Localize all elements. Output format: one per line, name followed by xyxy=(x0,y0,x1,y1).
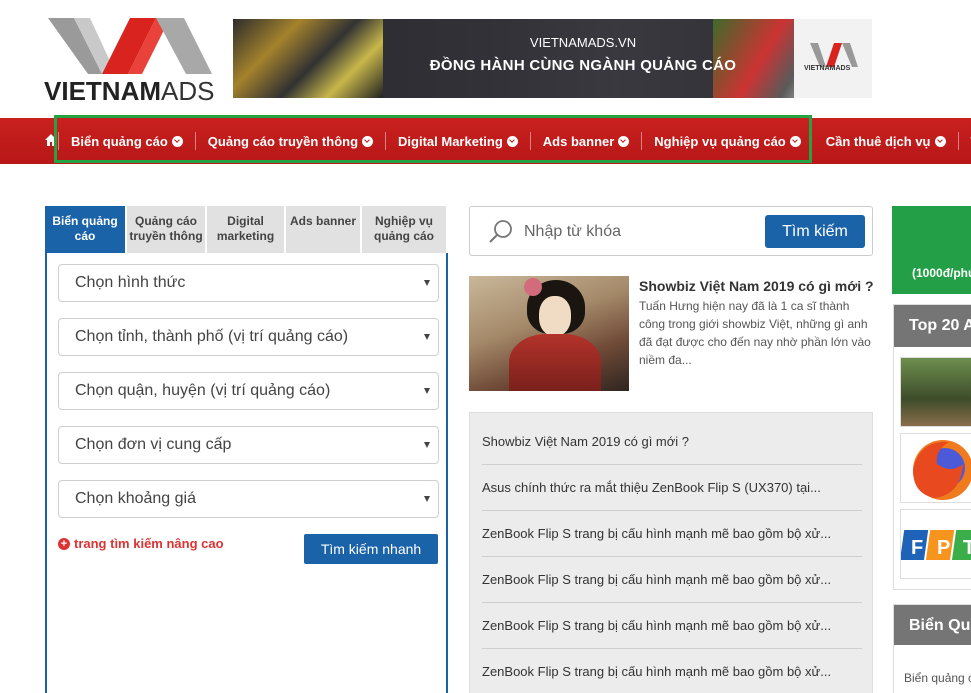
nav-item-digital-marketing[interactable]: Digital Marketing xyxy=(386,118,530,164)
caret-down-icon xyxy=(424,280,430,286)
select-tinh-thanh-pho[interactable]: Chọn tỉnh, thành phố (vị trí quảng cáo) xyxy=(58,318,439,356)
news-item[interactable]: ZenBook Flip S trang bị cấu hình mạnh mẽ… xyxy=(482,511,862,557)
top-20-heading: Top 20 A xyxy=(894,305,971,347)
news-item[interactable]: ZenBook Flip S trang bị cấu hình mạnh mẽ… xyxy=(482,603,862,649)
nav-item-can-thue-dich-vu[interactable]: Cần thuê dịch vụ xyxy=(814,118,958,164)
svg-text:P: P xyxy=(937,537,950,559)
fpt-logo-icon: F P T xyxy=(901,530,971,560)
chevron-down-icon xyxy=(618,135,630,147)
chevron-down-icon xyxy=(934,135,946,147)
search-button[interactable]: Tìm kiếm xyxy=(765,215,865,248)
news-item[interactable]: ZenBook Flip S trang bị cấu hình mạnh mẽ… xyxy=(482,557,862,603)
search-panel: Chọn hình thức Chọn tỉnh, thành phố (vị … xyxy=(45,253,448,693)
thumb-fpt[interactable]: F P T xyxy=(900,509,971,579)
banner-domain: VIETNAMADS.VN xyxy=(529,35,637,50)
banner-slogan: ĐỒNG HÀNH CÙNG NGÀNH QUẢNG CÁO xyxy=(429,57,737,74)
top-20-widget: Top 20 A F P T xyxy=(893,304,971,590)
banner-image-left xyxy=(233,19,383,98)
search-tabs: Biển quảng cáo Quảng cáo truyền thông Di… xyxy=(45,206,448,254)
nav-item-ads-banner[interactable]: Ads banner xyxy=(531,118,642,164)
site-logo[interactable]: VIETNAMADS xyxy=(44,16,216,106)
news-list: Showbiz Việt Nam 2019 có gì mới ? Asus c… xyxy=(469,412,873,693)
banner-logo: VIETNAMADS xyxy=(794,19,872,98)
search-input[interactable] xyxy=(524,216,756,248)
bien-quang-cao-heading: Biển Quả xyxy=(894,605,971,645)
select-quan-huyen[interactable]: Chọn quận, huyện (vị trí quảng cáo) xyxy=(58,372,439,410)
nav-items: Biển quảng cáo Quảng cáo truyền thông Di… xyxy=(58,118,971,164)
chevron-down-icon xyxy=(171,135,183,147)
featured-image[interactable] xyxy=(469,276,629,391)
nav-item-quang-cao-truyen-thong[interactable]: Quảng cáo truyền thông xyxy=(196,118,385,164)
bien-quang-cao-widget: Biển Quả Biển quảng cá xyxy=(893,604,971,693)
tab-nghiep-vu-quang-cao[interactable]: Nghiệp vụ quảng cáo xyxy=(362,206,446,254)
tab-quang-cao-truyen-thong[interactable]: Quảng cáo truyền thông xyxy=(127,206,205,254)
thumb-firefox[interactable] xyxy=(900,433,971,503)
tab-digital-marketing[interactable]: Digital marketing xyxy=(207,206,284,254)
quick-search-button[interactable]: Tìm kiếm nhanh xyxy=(304,534,438,564)
nav-item-bien-quang-cao[interactable]: Biển quảng cáo xyxy=(59,118,195,164)
price-widget[interactable]: (1000đ/phú xyxy=(892,206,971,294)
caret-down-icon xyxy=(424,388,430,394)
caret-down-icon xyxy=(424,334,430,340)
advanced-search-link[interactable]: + trang tìm kiếm nâng cao xyxy=(58,536,224,551)
search-icon xyxy=(489,220,512,243)
header-banner[interactable]: VIETNAMADS.VN ĐỒNG HÀNH CÙNG NGÀNH QUẢNG… xyxy=(233,19,872,98)
tab-ads-banner[interactable]: Ads banner xyxy=(286,206,360,254)
svg-text:T: T xyxy=(963,537,971,559)
site-header: VIETNAMADS VIETNAMADS.VN ĐỒNG HÀNH CÙNG … xyxy=(0,0,971,118)
select-khoang-gia[interactable]: Chọn khoảng giá xyxy=(58,480,439,518)
logo-mark-icon xyxy=(48,18,212,74)
tab-bien-quang-cao[interactable]: Biển quảng cáo xyxy=(45,206,125,254)
main-nav: Biển quảng cáo Quảng cáo truyền thông Di… xyxy=(0,118,971,164)
featured-excerpt: Tuấn Hưng hiện nay đã là 1 ca sĩ thành c… xyxy=(639,299,871,367)
nav-item-more[interactable]: T xyxy=(959,118,971,164)
caret-down-icon xyxy=(424,496,430,502)
plus-circle-icon: + xyxy=(58,537,70,550)
chevron-down-icon xyxy=(789,135,801,147)
news-item[interactable]: ZenBook Flip S trang bị cấu hình mạnh mẽ… xyxy=(482,649,862,693)
firefox-logo-icon xyxy=(913,440,971,500)
chevron-down-icon xyxy=(362,135,374,147)
chevron-down-icon xyxy=(506,135,518,147)
logo-text: VIETNAMADS xyxy=(44,76,215,106)
news-item[interactable]: Showbiz Việt Nam 2019 có gì mới ? xyxy=(482,419,862,465)
select-don-vi-cung-cap[interactable]: Chọn đơn vị cung cấp xyxy=(58,426,439,464)
nav-item-nghiep-vu-quang-cao[interactable]: Nghiệp vụ quảng cáo xyxy=(642,118,812,164)
caret-down-icon xyxy=(424,442,430,448)
select-hinh-thuc[interactable]: Chọn hình thức xyxy=(58,264,439,302)
bien-quang-cao-item[interactable]: Biển quảng cá xyxy=(904,671,971,685)
home-icon[interactable] xyxy=(44,133,58,147)
svg-text:F: F xyxy=(911,537,923,559)
keyword-search: Tìm kiếm xyxy=(469,206,873,256)
featured-title[interactable]: Showbiz Việt Nam 2019 có gì mới ? xyxy=(639,278,874,294)
thumb-image[interactable] xyxy=(900,357,971,427)
news-item[interactable]: Asus chính thức ra mắt thiệu ZenBook Fli… xyxy=(482,465,862,511)
